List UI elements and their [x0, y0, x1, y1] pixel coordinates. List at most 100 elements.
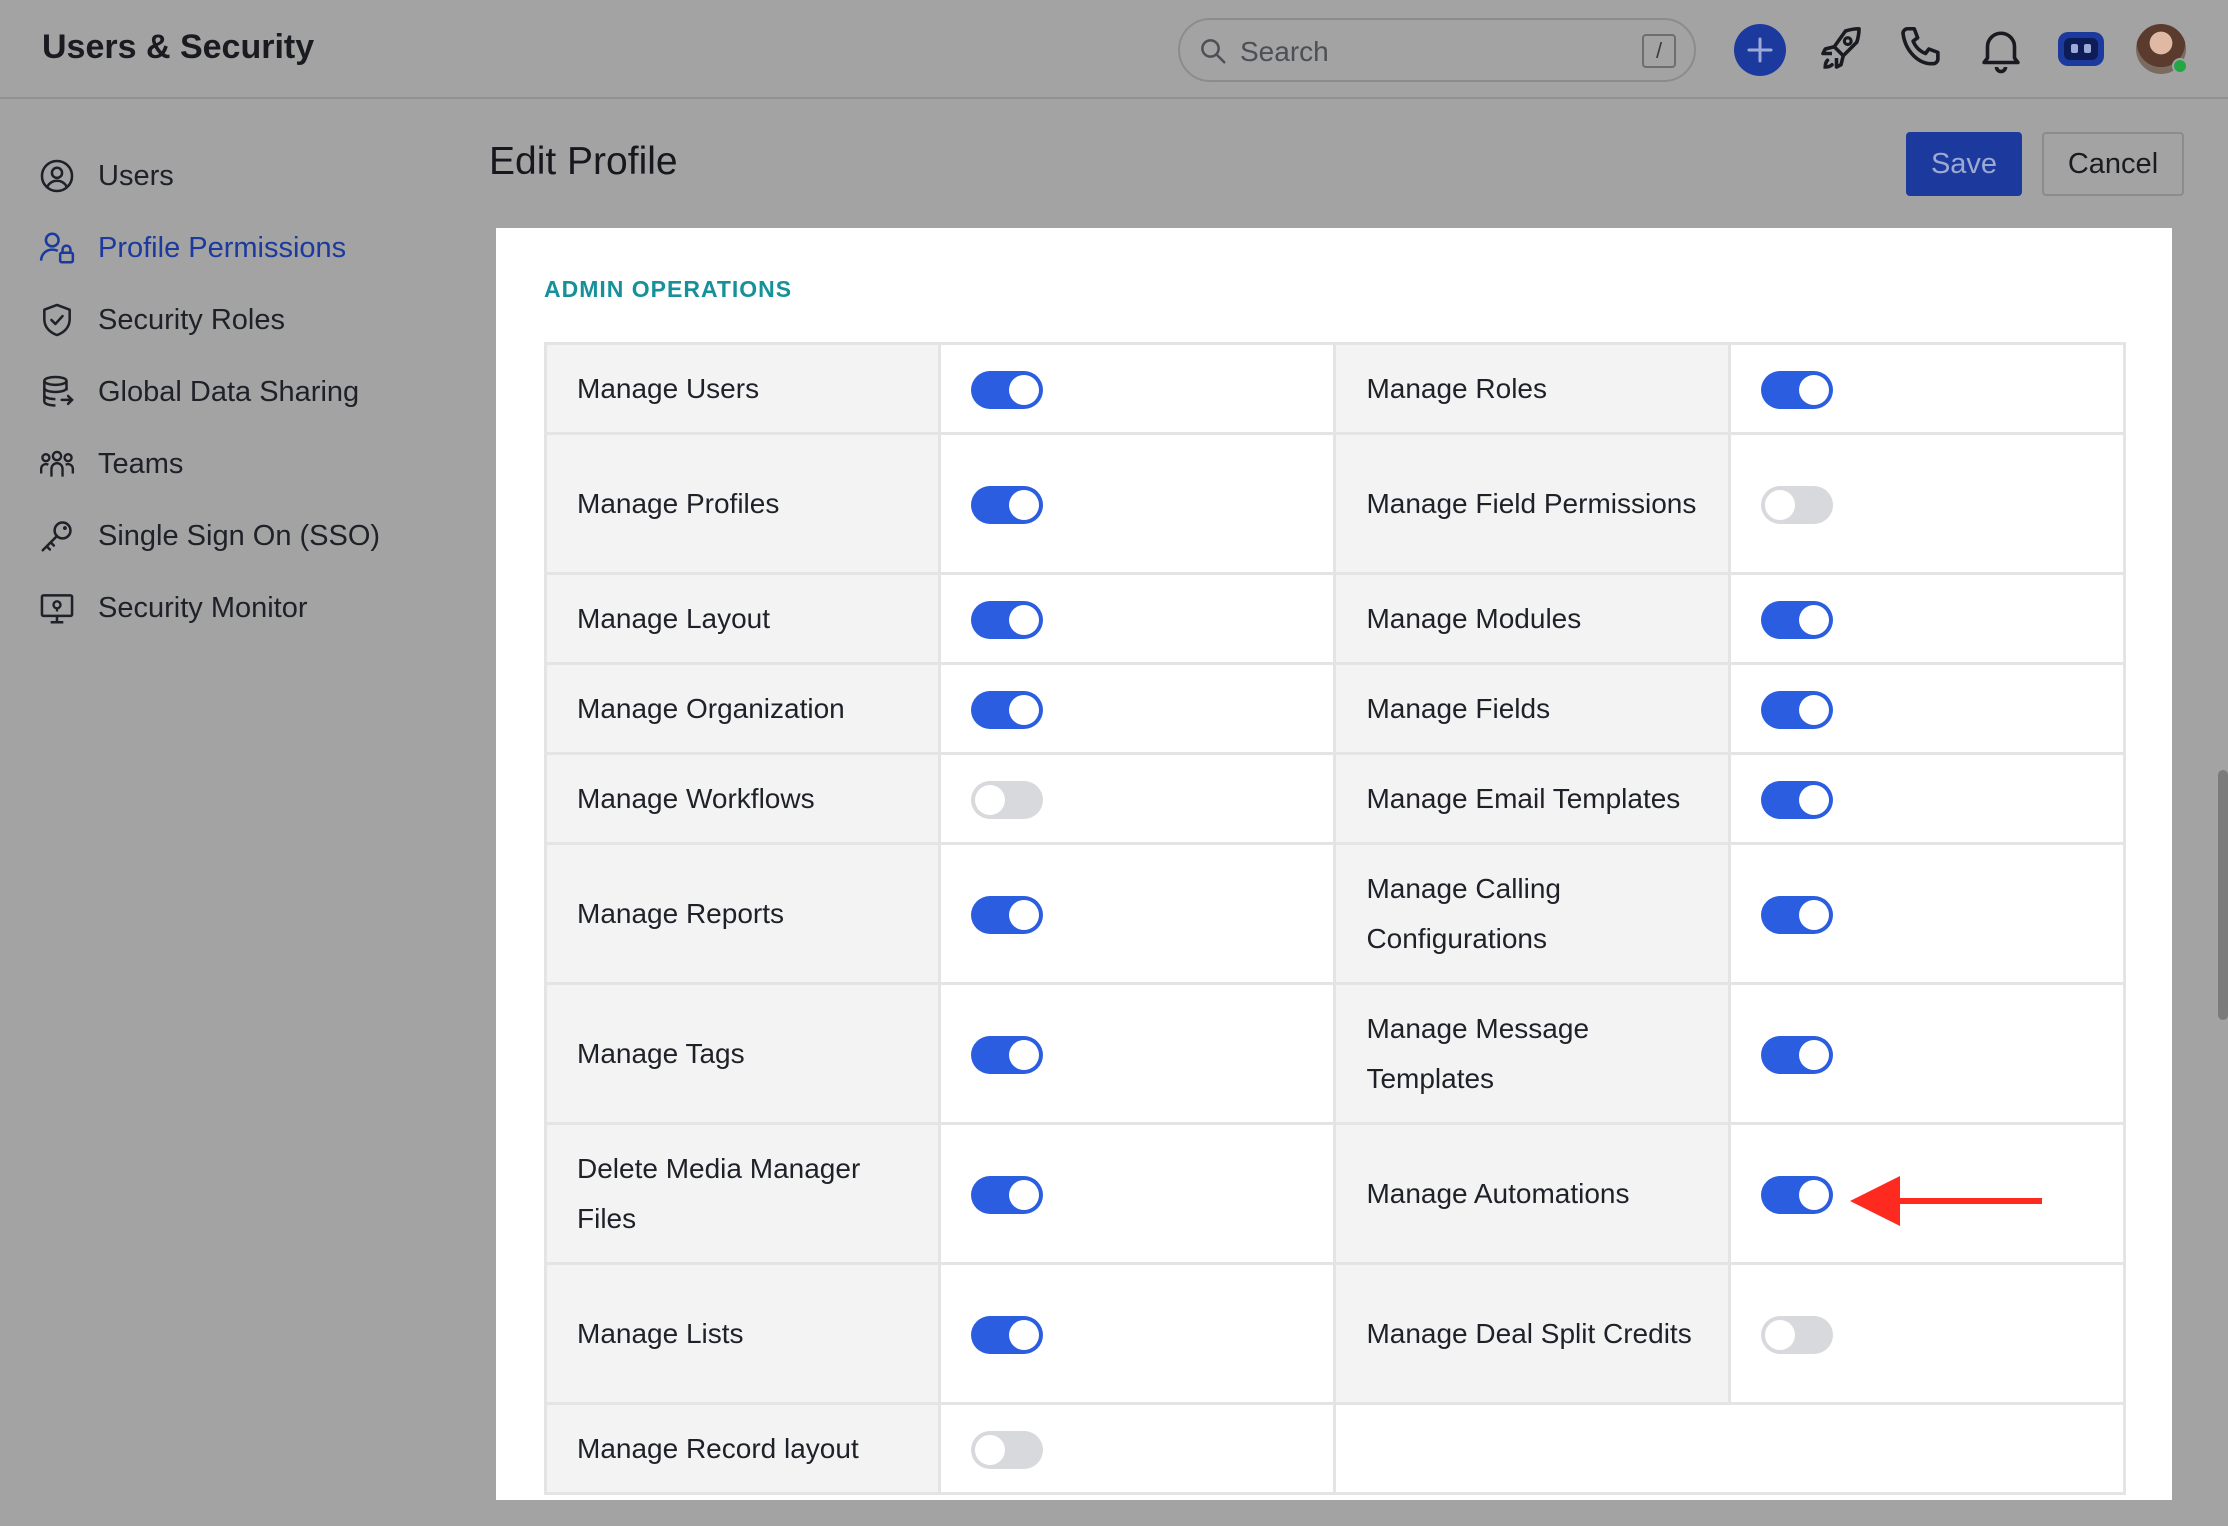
permission-toggle[interactable] — [971, 691, 1044, 730]
toggle-knob — [1798, 605, 1829, 636]
permission-toggle-cell — [938, 662, 1337, 755]
toggle-knob — [1009, 490, 1040, 521]
permission-toggle[interactable] — [1760, 486, 1833, 525]
table-row: Manage Organization Manage Fields — [543, 662, 2127, 755]
permission-toggle-cell — [1727, 752, 2127, 845]
empty-cell — [1333, 1402, 2126, 1495]
permission-toggle[interactable] — [1760, 371, 1833, 410]
search-icon — [1201, 39, 1226, 64]
table-row: Manage Lists Manage Deal Split Credits — [543, 1262, 2127, 1405]
sidebar-item-label: Global Data Sharing — [98, 375, 360, 408]
permission-toggle[interactable] — [971, 371, 1044, 410]
app-title: Users & Security — [42, 28, 315, 66]
notifications-button[interactable] — [1974, 22, 2028, 76]
permission-label: Manage Roles — [1333, 342, 1731, 435]
toggle-knob — [1009, 375, 1040, 406]
sidebar-item-label: Profile Permissions — [98, 231, 347, 264]
permission-label: Manage Profiles — [543, 432, 942, 575]
sidebar-item-label: Teams — [98, 447, 184, 480]
toggle-knob — [1009, 1040, 1040, 1071]
user-lock-icon — [39, 232, 75, 264]
permission-label: Delete Media Manager Files — [543, 1122, 942, 1265]
sidebar-item-label: Security Roles — [98, 303, 285, 336]
sidebar-item-users[interactable]: Users — [38, 151, 174, 201]
top-bar: Users & Security Search / — [0, 0, 2228, 99]
annotation-arrow-icon — [1850, 1176, 2042, 1226]
permission-label: Manage Users — [543, 342, 942, 435]
plus-icon — [1747, 37, 1773, 63]
table-row: Manage Workflows Manage Email Templates — [543, 752, 2127, 845]
permissions-panel: ADMIN OPERATIONS Manage Users Manage Role… — [496, 228, 2172, 1500]
user-circle-icon — [40, 159, 74, 193]
permission-toggle-cell — [938, 432, 1337, 575]
permission-toggle-cell — [938, 572, 1337, 665]
toggle-knob — [975, 785, 1006, 816]
table-row: Manage Layout Manage Modules — [543, 572, 2127, 665]
sidebar-item-label: Single Sign On (SSO) — [98, 519, 381, 552]
shield-icon — [43, 303, 71, 337]
permission-toggle[interactable] — [971, 781, 1044, 820]
monitor-icon — [40, 594, 74, 624]
permission-toggle[interactable] — [971, 1316, 1044, 1355]
sidebar-item-security-monitor[interactable]: Security Monitor — [38, 583, 308, 633]
assistant-button[interactable] — [2054, 22, 2108, 76]
permission-toggle[interactable] — [971, 1036, 1044, 1075]
permission-label: Manage Lists — [543, 1262, 942, 1405]
permission-toggle-cell — [1727, 572, 2127, 665]
permission-label: Manage Organization — [543, 662, 942, 755]
key-icon — [41, 521, 72, 552]
permission-label: Manage Deal Split Credits — [1333, 1262, 1731, 1405]
bell-icon — [1982, 31, 2020, 74]
toggle-knob — [975, 1435, 1006, 1466]
permission-toggle[interactable] — [971, 486, 1044, 525]
toggle-knob — [1798, 695, 1829, 726]
permission-toggle[interactable] — [971, 1176, 1044, 1215]
scrollbar-thumb[interactable] — [2218, 770, 2228, 1020]
sidebar-item-profile-permissions[interactable]: Profile Permissions — [38, 223, 346, 273]
rocket-button[interactable] — [1814, 22, 1868, 76]
toggle-knob — [1009, 1320, 1040, 1351]
sidebar-item-security-roles[interactable]: Security Roles — [38, 295, 285, 345]
rocket-icon — [1821, 26, 1861, 69]
permission-toggle[interactable] — [1760, 1316, 1833, 1355]
toggle-knob — [1764, 490, 1795, 521]
permission-toggle-cell — [938, 1122, 1337, 1265]
permission-label: Manage Message Templates — [1333, 982, 1731, 1125]
permission-toggle-cell — [1727, 662, 2127, 755]
create-button[interactable] — [1734, 24, 1786, 76]
phone-button[interactable] — [1894, 22, 1948, 76]
permission-toggle[interactable] — [1760, 601, 1833, 640]
permission-label: Manage Fields — [1333, 662, 1731, 755]
permission-toggle[interactable] — [1760, 1176, 1833, 1215]
permission-toggle[interactable] — [971, 601, 1044, 640]
permission-label: Manage Modules — [1333, 572, 1731, 665]
permission-label: Manage Layout — [543, 572, 942, 665]
permission-label: Manage Tags — [543, 982, 942, 1125]
permission-toggle-cell — [938, 752, 1337, 845]
sidebar-item-sso[interactable]: Single Sign On (SSO) — [38, 511, 380, 561]
permission-toggle[interactable] — [1760, 1036, 1833, 1075]
permission-toggle-cell — [1727, 432, 2127, 575]
permissions-table: Manage Users Manage Roles Manage Profiles M… — [543, 342, 2127, 1495]
permission-toggle-cell — [1727, 342, 2127, 435]
permission-toggle[interactable] — [1760, 896, 1833, 935]
permission-toggle[interactable] — [1760, 691, 1833, 730]
toggle-knob — [1798, 1180, 1829, 1211]
table-row: Manage Users Manage Roles — [543, 342, 2127, 435]
permission-toggle-cell — [1727, 1262, 2127, 1405]
permission-toggle[interactable] — [971, 896, 1044, 935]
search-input[interactable]: Search — [1240, 36, 1329, 68]
sidebar-item-global-data-sharing[interactable]: Global Data Sharing — [38, 367, 359, 417]
save-button[interactable]: Save — [1906, 132, 2022, 196]
sidebar-item-teams[interactable]: Teams — [38, 439, 183, 489]
permission-toggle-cell — [1727, 842, 2127, 985]
avatar[interactable] — [2136, 24, 2188, 74]
search-box[interactable]: Search / — [1178, 18, 1696, 82]
page-title: Edit Profile — [489, 140, 678, 183]
permission-toggle-cell — [938, 1402, 1337, 1495]
permission-toggle[interactable] — [971, 1431, 1044, 1470]
table-row: Manage Record layout — [543, 1402, 2126, 1495]
cancel-button[interactable]: Cancel — [2042, 132, 2184, 196]
permission-toggle[interactable] — [1760, 781, 1833, 820]
sidebar-item-label: Users — [98, 159, 174, 192]
